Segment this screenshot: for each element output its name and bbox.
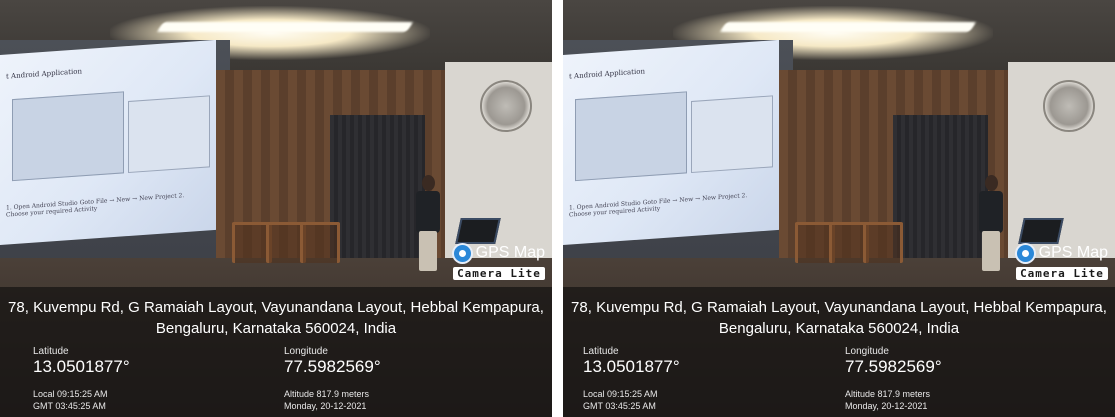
address-line-1: 78, Kuvempu Rd, G Ramaiah Layout, Vayuna… bbox=[8, 299, 544, 316]
address-line-1: 78, Kuvempu Rd, G Ramaiah Layout, Vayuna… bbox=[571, 299, 1107, 316]
latitude-label: Latitude bbox=[33, 346, 69, 357]
longitude-label: Longitude bbox=[845, 346, 889, 357]
slide-window-secondary bbox=[128, 95, 210, 174]
presenter bbox=[413, 175, 443, 271]
latitude-value: 13.0501877° bbox=[583, 357, 680, 376]
address: 78, Kuvempu Rd, G Ramaiah Layout, Vayuna… bbox=[571, 297, 1107, 339]
chair bbox=[300, 222, 340, 263]
wall-fan-icon bbox=[1043, 80, 1095, 132]
longitude-label: Longitude bbox=[284, 346, 328, 357]
app-logo: GPS Map Camera Lite bbox=[1016, 244, 1108, 281]
gmt-time: GMT 03:45:25 AM bbox=[583, 401, 656, 411]
logo-subtitle: Camera Lite bbox=[1016, 267, 1108, 280]
chair bbox=[863, 222, 903, 263]
photo-left: t Android Application 1. Open Android St… bbox=[0, 0, 552, 417]
laptop bbox=[1018, 218, 1064, 244]
dark-panel bbox=[893, 115, 988, 275]
address-line-2: Bengaluru, Karnataka 560024, India bbox=[155, 320, 397, 337]
slide-window bbox=[12, 91, 124, 182]
dark-panel bbox=[330, 115, 425, 275]
presenter bbox=[976, 175, 1006, 271]
address: 78, Kuvempu Rd, G Ramaiah Layout, Vayuna… bbox=[8, 297, 544, 339]
slide-footer: 1. Open Android Studio Goto File → New →… bbox=[6, 192, 185, 219]
projector-screen: t Android Application 1. Open Android St… bbox=[563, 39, 779, 245]
slide-window bbox=[575, 91, 687, 182]
slide-footer: 1. Open Android Studio Goto File → New →… bbox=[569, 192, 748, 219]
slide-title: t Android Application bbox=[569, 67, 645, 81]
laptop bbox=[455, 218, 501, 244]
slide-window-secondary bbox=[691, 95, 773, 174]
latitude-value: 13.0501877° bbox=[33, 357, 130, 376]
gmt-time: GMT 03:45:25 AM bbox=[33, 401, 106, 411]
projector-screen: t Android Application 1. Open Android St… bbox=[0, 39, 216, 245]
logo-subtitle: Camera Lite bbox=[453, 267, 545, 280]
date: Monday, 20-12-2021 bbox=[845, 401, 928, 411]
altitude: Altitude 817.9 meters bbox=[284, 389, 370, 399]
altitude: Altitude 817.9 meters bbox=[845, 389, 931, 399]
longitude-value: 77.5982569° bbox=[284, 357, 381, 376]
local-time: Local 09:15:25 AM bbox=[33, 389, 108, 399]
map-pin-icon bbox=[1016, 244, 1034, 262]
photo-right: t Android Application 1. Open Android St… bbox=[563, 0, 1115, 417]
app-logo: GPS Map Camera Lite bbox=[453, 244, 545, 281]
date: Monday, 20-12-2021 bbox=[284, 401, 367, 411]
logo-title: GPS Map bbox=[1038, 244, 1108, 261]
longitude-value: 77.5982569° bbox=[845, 357, 942, 376]
light-strip bbox=[719, 22, 977, 32]
latitude-label: Latitude bbox=[583, 346, 619, 357]
light-strip bbox=[156, 22, 414, 32]
map-pin-icon bbox=[453, 244, 471, 262]
wall-fan-icon bbox=[480, 80, 532, 132]
logo-title: GPS Map bbox=[475, 244, 545, 261]
address-line-2: Bengaluru, Karnataka 560024, India bbox=[718, 320, 960, 337]
slide-title: t Android Application bbox=[6, 67, 82, 81]
local-time: Local 09:15:25 AM bbox=[583, 389, 658, 399]
